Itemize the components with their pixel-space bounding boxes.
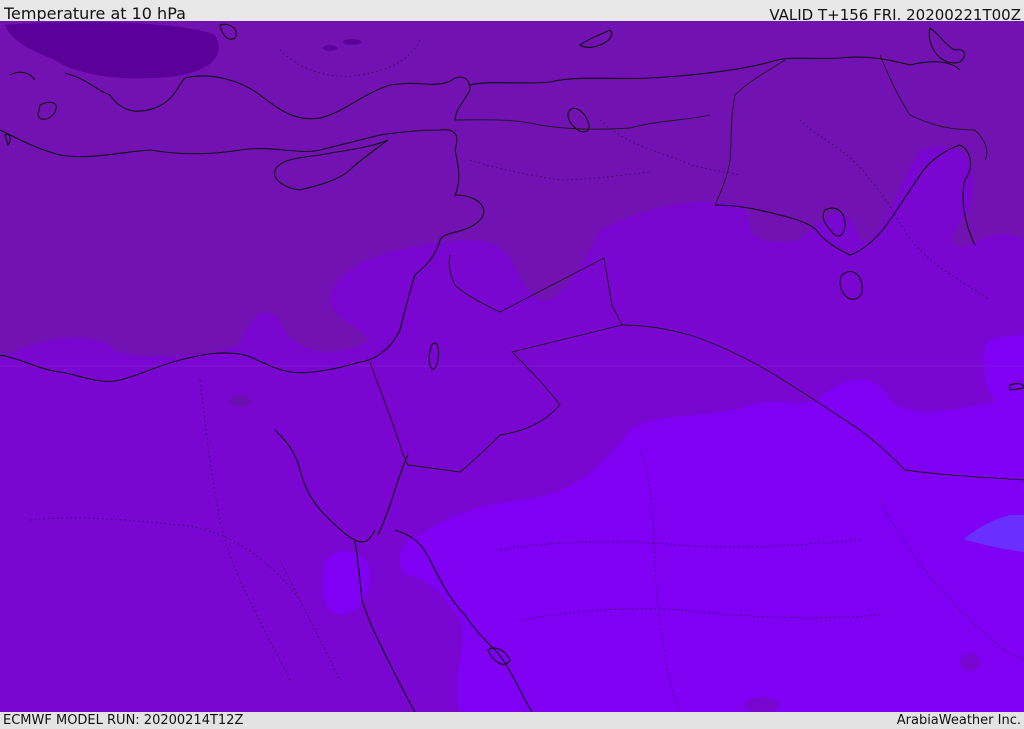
field-cold-spot-egypt: [230, 395, 250, 407]
credit: ArabiaWeather Inc.: [896, 713, 1021, 728]
header-bar: Temperature at 10 hPa VALID T+156 FRI. 2…: [0, 0, 1024, 24]
model-run: ECMWF MODEL RUN: 20200214T12Z: [3, 713, 244, 728]
footer-bar: ECMWF MODEL RUN: 20200214T12Z ArabiaWeat…: [0, 712, 1024, 729]
map-canvas: [0, 21, 1024, 712]
field-coldest-spot: [323, 45, 337, 51]
field-coldest-spot-2: [343, 39, 361, 45]
weather-map[interactable]: [0, 21, 1024, 712]
field-mid-spot-se: [960, 653, 980, 671]
